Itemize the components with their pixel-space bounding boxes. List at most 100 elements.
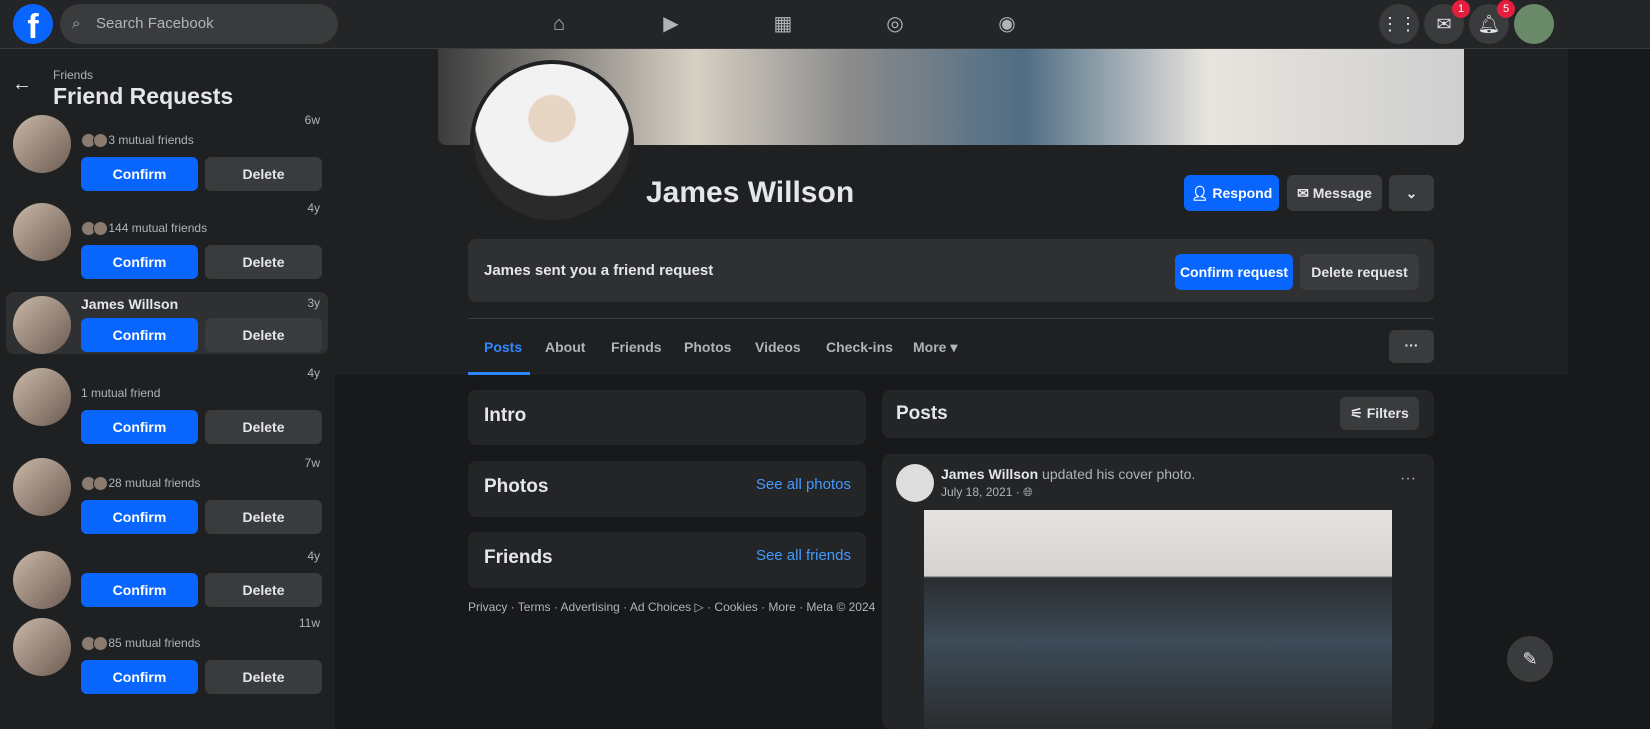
mutual-friends-count: 28 mutual friends xyxy=(108,476,201,490)
groups-icon[interactable]: ◎ xyxy=(877,8,913,40)
search-icon: ⌕ xyxy=(72,15,81,32)
confirm-button[interactable]: Confirm xyxy=(81,318,198,352)
message-label: Message xyxy=(1312,185,1372,201)
mutual-friends[interactable]: 28 mutual friends xyxy=(81,476,201,492)
home-icon[interactable]: ⌂ xyxy=(541,8,577,40)
friend-request-item[interactable]: James Willson 3y Confirm Delete xyxy=(6,292,328,354)
notifications-icon[interactable]: 🔔︎ 5 xyxy=(1469,0,1515,44)
request-time: 4y xyxy=(307,366,320,380)
friends-title: Friends xyxy=(484,547,553,568)
friend-request-item[interactable]: 4y 1 mutual friend Confirm Delete xyxy=(6,362,328,454)
messenger-badge: 1 xyxy=(1452,0,1470,18)
requester-avatar[interactable] xyxy=(13,203,71,261)
confirm-button[interactable]: Confirm xyxy=(81,157,198,191)
new-message-icon[interactable]: ✎ xyxy=(1507,636,1553,682)
requester-avatar[interactable] xyxy=(13,551,71,609)
confirm-button[interactable]: Confirm xyxy=(81,660,198,694)
friend-request-item[interactable]: 4y 144 mutual friends Confirm Delete xyxy=(6,197,328,289)
respond-button[interactable]: 👤︎ Respond xyxy=(1184,175,1279,211)
tab-about[interactable]: About xyxy=(545,339,585,355)
tab-more-options-icon[interactable]: ··· xyxy=(1389,330,1434,363)
delete-button[interactable]: Delete xyxy=(205,318,322,352)
requester-avatar[interactable] xyxy=(13,618,71,676)
facebook-logo[interactable]: f xyxy=(13,4,53,46)
request-text: James sent you a friend request xyxy=(484,262,714,279)
requester-name[interactable]: James Willson xyxy=(81,296,178,312)
breadcrumb[interactable]: Friends xyxy=(53,68,93,82)
post-author[interactable]: James Willson xyxy=(941,466,1038,482)
tab-checkins[interactable]: Check-ins xyxy=(826,339,893,355)
delete-button[interactable]: Delete xyxy=(205,660,322,694)
delete-button[interactable]: Delete xyxy=(205,573,322,607)
requester-avatar[interactable] xyxy=(13,458,71,516)
post-action: updated his cover photo. xyxy=(1042,466,1196,482)
mutual-friends[interactable]: 144 mutual friends xyxy=(81,221,207,237)
profile-name: James Willson xyxy=(646,176,855,209)
globe-icon: 🌐︎ xyxy=(1023,485,1033,499)
search-placeholder: Search Facebook xyxy=(96,15,214,32)
mutual-avatar xyxy=(93,221,108,237)
delete-button[interactable]: Delete xyxy=(205,245,322,279)
see-all-friends-link[interactable]: See all friends xyxy=(756,547,851,564)
friend-request-item[interactable]: 11w 85 mutual friends Confirm Delete xyxy=(6,612,328,704)
more-options-chevron-icon[interactable]: ⌄ xyxy=(1389,175,1434,211)
tab-more[interactable]: More ▾ xyxy=(913,339,957,356)
photos-card: Photos See all photos xyxy=(468,461,866,517)
delete-button[interactable]: Delete xyxy=(205,157,322,191)
search-input[interactable]: ⌕ Search Facebook xyxy=(60,4,338,44)
request-time: 7w xyxy=(304,456,320,470)
mutual-friends[interactable]: 3 mutual friends xyxy=(81,133,194,149)
back-arrow-icon[interactable]: ← xyxy=(12,73,32,96)
intro-card: Intro xyxy=(468,390,866,445)
tab-friends[interactable]: Friends xyxy=(611,339,662,355)
confirm-button[interactable]: Confirm xyxy=(81,500,198,534)
delete-request-button[interactable]: Delete request xyxy=(1300,254,1419,290)
mutual-avatar xyxy=(93,476,108,492)
gaming-icon[interactable]: ◉ xyxy=(989,8,1025,40)
message-button[interactable]: ✉ Message xyxy=(1287,175,1382,211)
post-options-icon[interactable]: ··· xyxy=(1400,470,1416,488)
photos-title: Photos xyxy=(484,476,549,497)
messenger-icon[interactable]: ✉ 1 xyxy=(1424,0,1470,44)
requester-avatar[interactable] xyxy=(13,296,71,354)
requester-avatar[interactable] xyxy=(13,368,71,426)
footer-links[interactable]: Privacy · Terms · Advertising · Ad Choic… xyxy=(468,600,875,614)
confirm-button[interactable]: Confirm xyxy=(81,410,198,444)
mutual-avatar xyxy=(93,133,108,149)
requester-avatar[interactable] xyxy=(13,115,71,173)
request-time: 4y xyxy=(307,201,320,215)
respond-label: Respond xyxy=(1212,185,1273,201)
top-navbar: f ⌕ Search Facebook ⌂ ▶ ▦ ◎ ◉ ⋮⋮ ✉ 1 🔔︎ 5 xyxy=(0,0,1650,49)
friend-request-item[interactable]: 7w 28 mutual friends Confirm Delete xyxy=(6,452,328,544)
filters-label: Filters xyxy=(1366,405,1409,421)
confirm-button[interactable]: Confirm xyxy=(81,245,198,279)
confirm-request-button[interactable]: Confirm request xyxy=(1175,254,1293,290)
mutual-friends-count: 1 mutual friend xyxy=(81,386,161,400)
mutual-friends[interactable]: 85 mutual friends xyxy=(81,636,201,652)
post-photo[interactable] xyxy=(924,510,1392,729)
tab-videos[interactable]: Videos xyxy=(755,339,801,355)
intro-title: Intro xyxy=(484,405,527,426)
delete-button[interactable]: Delete xyxy=(205,500,322,534)
see-all-photos-link[interactable]: See all photos xyxy=(756,476,851,493)
post-author-avatar[interactable] xyxy=(896,464,934,502)
friends-card: Friends See all friends xyxy=(468,532,866,588)
post-date[interactable]: July 18, 2021 · xyxy=(941,485,1020,499)
confirm-button[interactable]: Confirm xyxy=(81,573,198,607)
mutual-friends-count: 85 mutual friends xyxy=(108,636,201,650)
posts-header-card: Posts ⚟ Filters xyxy=(882,390,1434,438)
menu-grid-icon[interactable]: ⋮⋮ xyxy=(1379,4,1419,44)
marketplace-icon[interactable]: ▦ xyxy=(765,8,801,40)
friend-request-item[interactable]: 6w 3 mutual friends Confirm Delete xyxy=(6,109,328,201)
divider xyxy=(468,318,1434,319)
mutual-friends[interactable]: 1 mutual friend xyxy=(81,386,160,400)
account-avatar[interactable] xyxy=(1514,4,1554,44)
delete-button[interactable]: Delete xyxy=(205,410,322,444)
filters-button[interactable]: ⚟ Filters xyxy=(1340,397,1419,430)
request-time: 4y xyxy=(307,549,320,563)
tab-posts[interactable]: Posts xyxy=(484,339,522,355)
profile-picture[interactable] xyxy=(470,60,634,224)
sidebar-title: Friend Requests xyxy=(53,83,234,109)
video-icon[interactable]: ▶ xyxy=(653,8,689,40)
tab-photos[interactable]: Photos xyxy=(684,339,731,355)
